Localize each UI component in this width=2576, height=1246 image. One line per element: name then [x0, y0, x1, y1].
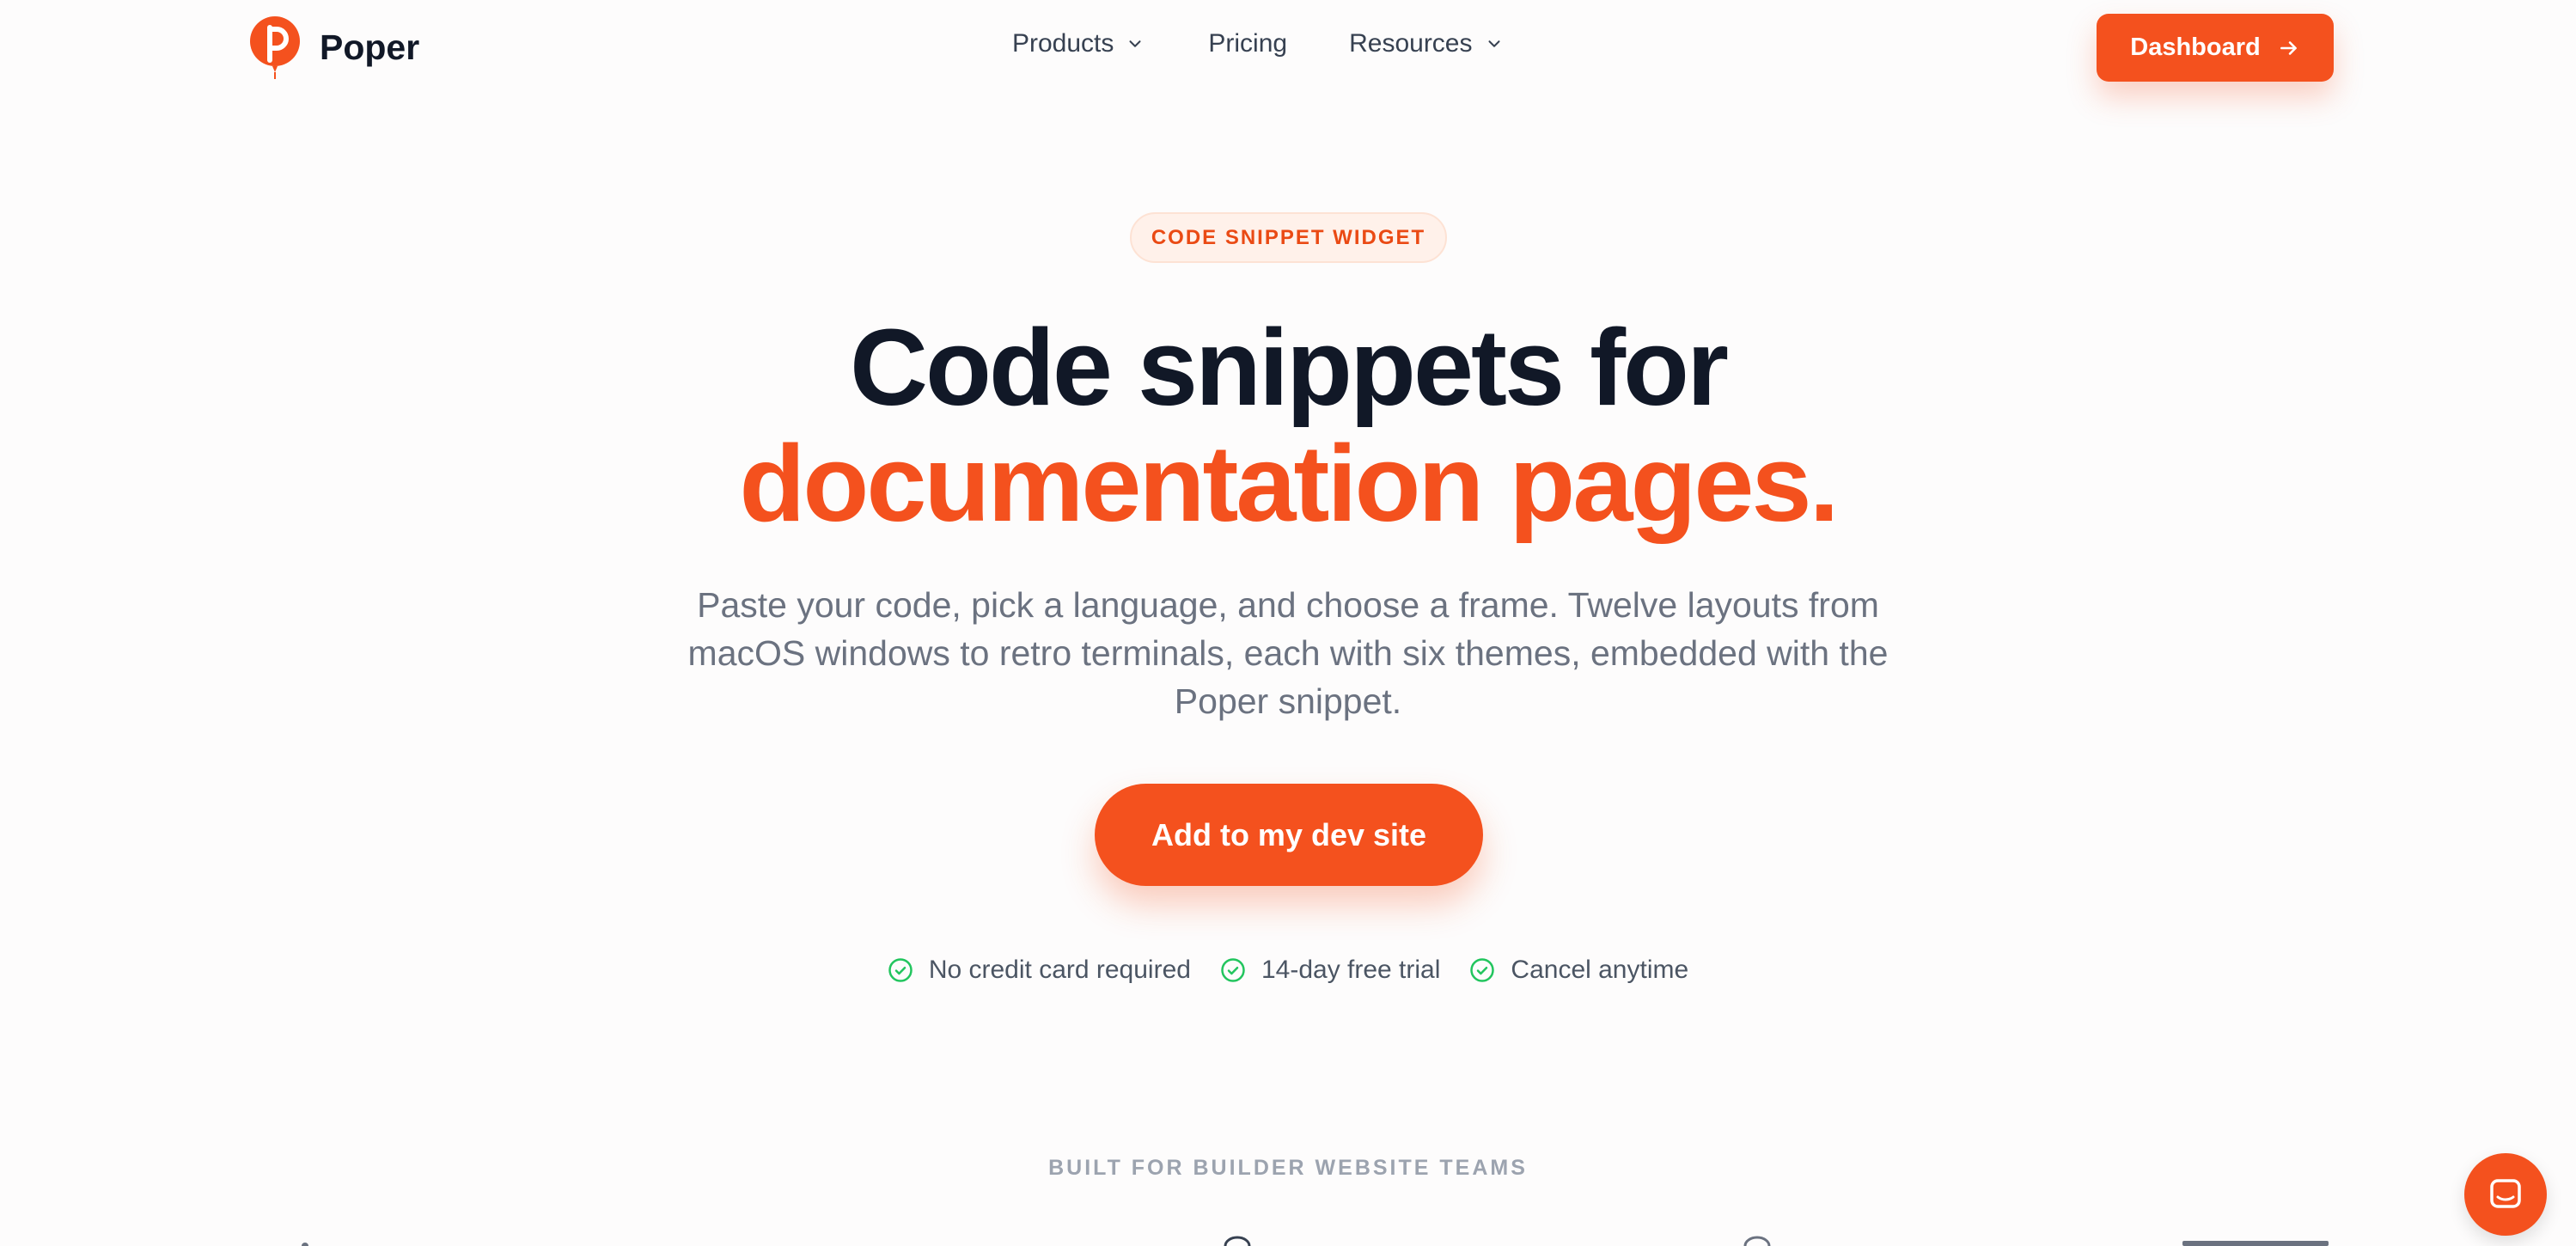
nav-products-label: Products — [1012, 29, 1114, 58]
benefit-item: Cancel anytime — [1469, 956, 1688, 985]
main-nav: Products Pricing Resources — [1012, 29, 1504, 58]
benefits-list: No credit card required 14-day free tria… — [0, 956, 2576, 985]
nav-resources-label: Resources — [1349, 29, 1473, 58]
benefit-item: 14-day free trial — [1220, 956, 1440, 985]
customer-logo — [1224, 1236, 1251, 1246]
nav-products[interactable]: Products — [1012, 29, 1145, 58]
nav-pricing[interactable]: Pricing — [1208, 29, 1287, 58]
chevron-down-icon — [1129, 40, 1141, 47]
balloon-p-logo-icon — [250, 16, 300, 79]
add-to-dev-site-button[interactable]: Add to my dev site — [1095, 784, 1483, 886]
benefit-label: 14-day free trial — [1261, 956, 1441, 984]
hero-title-line1: Code snippets for — [849, 307, 1729, 428]
customer-logo — [302, 1243, 308, 1246]
hero-badge: CODE SNIPPET WIDGET — [1130, 212, 1447, 263]
customer-logo — [2182, 1241, 2329, 1246]
social-proof-heading: BUILT FOR BUILDER WEBSITE TEAMS — [1048, 1156, 1528, 1180]
arrow-right-icon — [2280, 40, 2297, 55]
nav-resources[interactable]: Resources — [1349, 29, 1503, 58]
benefit-label: Cancel anytime — [1511, 956, 1689, 984]
benefit-item: No credit card required — [888, 956, 1191, 985]
hero-title-line2: documentation pages. — [739, 423, 1839, 544]
customer-logo — [1743, 1236, 1771, 1246]
check-circle-icon — [888, 958, 913, 982]
chat-launcher-button[interactable] — [2464, 1153, 2547, 1236]
benefit-label: No credit card required — [928, 956, 1191, 984]
check-circle-icon — [1221, 958, 1245, 982]
hero-subtitle: Paste your code, pick a language, and ch… — [687, 585, 1889, 721]
dashboard-button[interactable]: Dashboard — [2097, 14, 2334, 82]
landing-page: Poper Products Pricing Resources Dashboa… — [0, 0, 2576, 1246]
brand-logo[interactable]: Poper — [249, 15, 419, 79]
brand-name: Poper — [320, 27, 420, 67]
check-circle-icon — [1470, 958, 1495, 982]
chevron-down-icon — [1487, 40, 1500, 47]
chat-bubble-icon — [2490, 1179, 2521, 1208]
nav-pricing-label: Pricing — [1208, 29, 1288, 58]
dashboard-button-label: Dashboard — [2130, 34, 2261, 61]
